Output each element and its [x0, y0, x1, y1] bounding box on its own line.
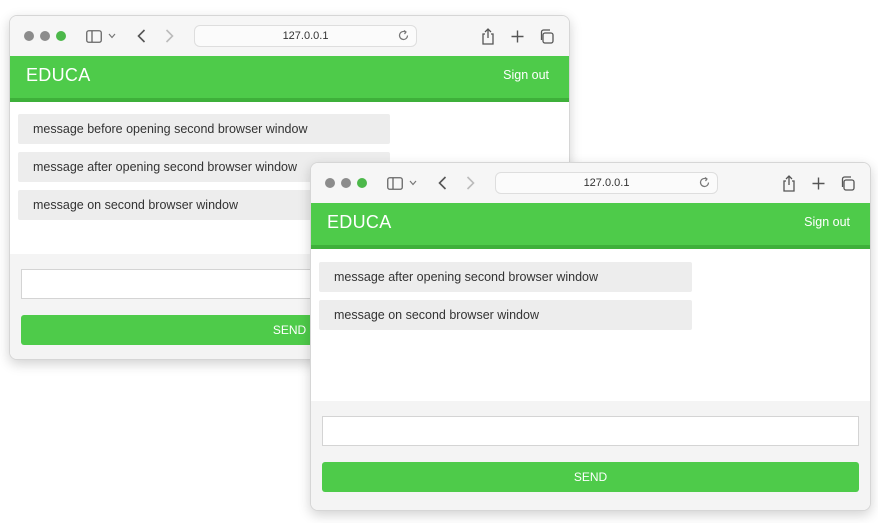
send-button-label: SEND — [573, 470, 608, 484]
reload-icon[interactable] — [397, 29, 410, 45]
address-bar[interactable]: 127.0.0.1 — [194, 25, 417, 47]
close-window-button[interactable] — [325, 178, 335, 188]
chat-input-area: SEND — [311, 401, 870, 510]
address-bar[interactable]: 127.0.0.1 — [495, 172, 718, 194]
browser-window-2: 127.0.0.1 EDUCA Sign out message after o… — [310, 162, 871, 511]
browser-toolbar: 127.0.0.1 — [10, 16, 569, 56]
share-icon[interactable] — [478, 26, 498, 46]
app-header: EDUCA Sign out — [10, 56, 569, 102]
zoom-window-button[interactable] — [56, 31, 66, 41]
minimize-window-button[interactable] — [341, 178, 351, 188]
sign-out-link[interactable]: Sign out — [804, 215, 850, 229]
back-arrow-icon[interactable] — [131, 26, 151, 46]
chevron-down-icon[interactable] — [407, 173, 419, 193]
forward-arrow-icon[interactable] — [460, 173, 480, 193]
reload-icon[interactable] — [698, 176, 711, 192]
chevron-down-icon[interactable] — [106, 26, 118, 46]
chat-message: message after opening second browser win… — [319, 262, 692, 292]
browser-toolbar: 127.0.0.1 — [311, 163, 870, 203]
zoom-window-button[interactable] — [357, 178, 367, 188]
chat-message: message before opening second browser wi… — [18, 114, 390, 144]
close-window-button[interactable] — [24, 31, 34, 41]
brand-logo[interactable]: EDUCA — [327, 212, 392, 233]
app-header: EDUCA Sign out — [311, 203, 870, 249]
sidebar-icon[interactable] — [385, 173, 405, 193]
sign-out-link[interactable]: Sign out — [503, 68, 549, 82]
tab-overview-icon[interactable] — [536, 26, 556, 46]
message-input[interactable] — [322, 416, 859, 446]
forward-arrow-icon[interactable] — [159, 26, 179, 46]
send-button[interactable]: SEND — [322, 462, 859, 492]
url-text: 127.0.0.1 — [282, 30, 329, 42]
chat-message: message on second browser window — [319, 300, 692, 330]
send-button-label: SEND — [272, 323, 307, 337]
sidebar-icon[interactable] — [84, 26, 104, 46]
back-arrow-icon[interactable] — [432, 173, 452, 193]
minimize-window-button[interactable] — [40, 31, 50, 41]
new-tab-icon[interactable] — [808, 173, 828, 193]
brand-logo[interactable]: EDUCA — [26, 65, 91, 86]
new-tab-icon[interactable] — [507, 26, 527, 46]
share-icon[interactable] — [779, 173, 799, 193]
tab-overview-icon[interactable] — [837, 173, 857, 193]
url-text: 127.0.0.1 — [583, 177, 630, 189]
